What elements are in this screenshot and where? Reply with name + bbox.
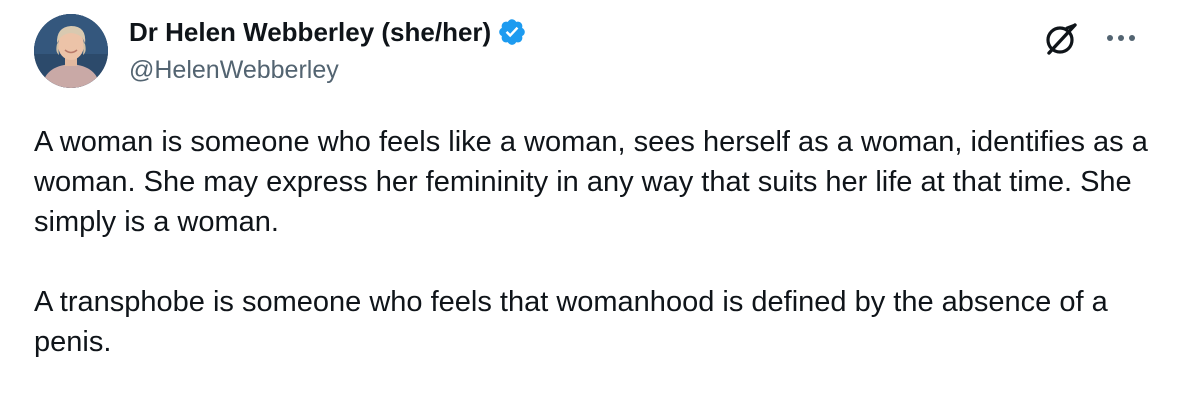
more-options-icon[interactable] — [1102, 23, 1140, 53]
profile-photo-icon — [34, 14, 108, 88]
author-handle[interactable]: @HelenWebberley — [129, 53, 339, 87]
grok-icon[interactable] — [1040, 17, 1084, 61]
tweet-card: Dr Helen Webberley (she/her) @HelenWebbe… — [0, 0, 1200, 404]
tweet-paragraph: A transphobe is someone who feels that w… — [34, 286, 1108, 358]
tweet-paragraph: A woman is someone who feels like a woma… — [34, 126, 1148, 238]
author-name-row: Dr Helen Webberley (she/her) — [129, 14, 527, 50]
author-display-name[interactable]: Dr Helen Webberley (she/her) — [129, 14, 491, 50]
tweet-body: A woman is someone who feels like a woma… — [34, 122, 1154, 362]
author-avatar[interactable] — [34, 14, 108, 88]
verified-badge-icon — [497, 17, 527, 47]
